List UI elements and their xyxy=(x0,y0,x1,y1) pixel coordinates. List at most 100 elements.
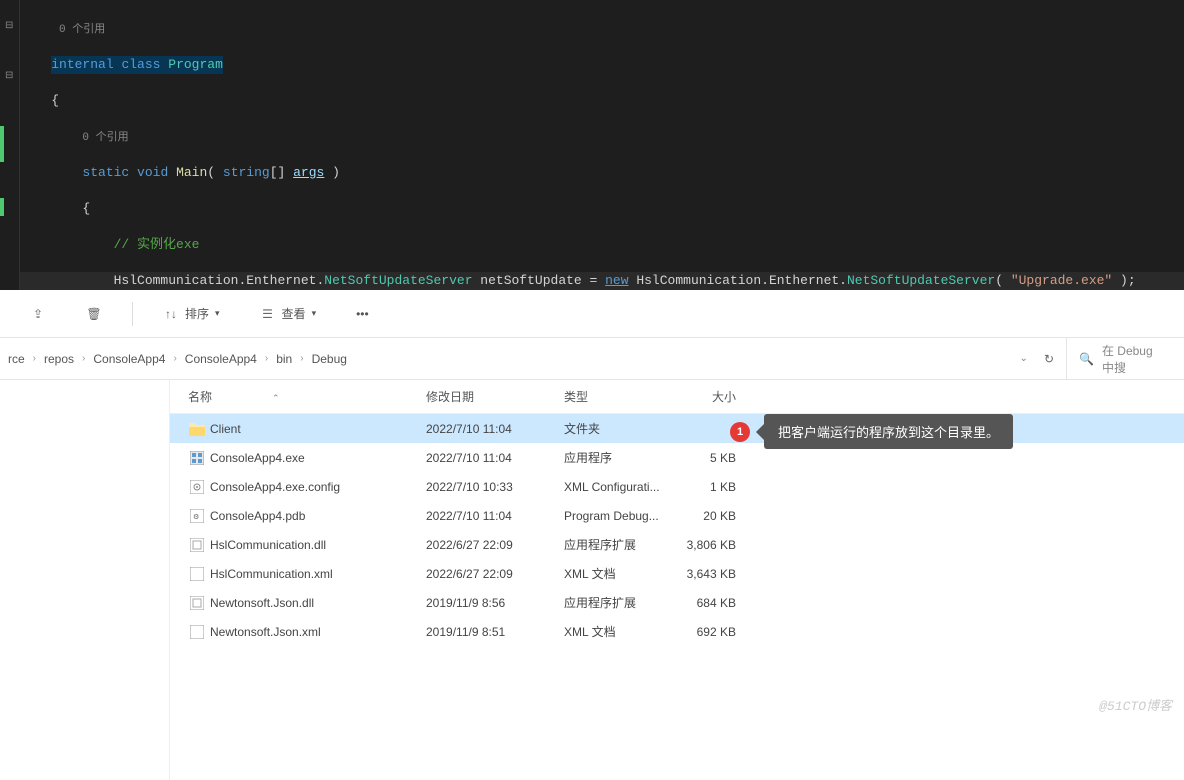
chevron-right-icon: › xyxy=(82,353,85,364)
callout-number: 1 xyxy=(730,422,750,442)
sort-asc-icon: ⌃ xyxy=(272,393,280,403)
callout-arrow-icon xyxy=(756,424,764,440)
fold-icon[interactable]: ⊟ xyxy=(5,20,13,32)
file-name: HslCommunication.xml xyxy=(210,567,426,581)
file-row[interactable]: Newtonsoft.Json.dll 2019/11/9 8:56 应用程序扩… xyxy=(170,588,1184,617)
sort-button[interactable]: ↑↓排序 ▾ xyxy=(153,299,230,328)
chevron-right-icon: › xyxy=(300,353,303,364)
crumb-bin[interactable]: bin xyxy=(276,352,292,366)
file-name: Client xyxy=(210,422,426,436)
file-size: 5 KB xyxy=(676,451,736,465)
file-date: 2019/11/9 8:51 xyxy=(426,625,564,639)
col-name-header[interactable]: 名称⌃ xyxy=(188,388,426,405)
file-explorer: ⇪ 🗑 ↑↓排序 ▾ ☰查看 ▾ ••• rce › repos › Console… xyxy=(0,290,1184,780)
file-date: 2022/6/27 22:09 xyxy=(426,538,564,552)
column-headers: 名称⌃ 修改日期 类型 大小 xyxy=(170,380,1184,414)
crumb-debug[interactable]: Debug xyxy=(312,352,347,366)
file-type: 文件夹 xyxy=(564,420,676,437)
sort-icon: ↑↓ xyxy=(163,306,179,322)
chevron-down-icon[interactable]: ⌄ xyxy=(1020,353,1028,364)
crumb-app4b[interactable]: ConsoleApp4 xyxy=(185,352,257,366)
file-size: 684 KB xyxy=(676,596,736,610)
file-date: 2022/7/10 11:04 xyxy=(426,509,564,523)
folder-icon xyxy=(188,421,206,437)
more-icon: ••• xyxy=(356,307,369,321)
file-name: ConsoleApp4.exe.config xyxy=(210,480,426,494)
file-date: 2022/7/10 11:04 xyxy=(426,451,564,465)
more-button[interactable]: ••• xyxy=(346,301,379,327)
file-name: Newtonsoft.Json.dll xyxy=(210,596,426,610)
share-button[interactable]: ⇪ xyxy=(20,300,56,328)
chevron-right-icon: › xyxy=(265,353,268,364)
file-date: 2022/7/10 11:04 xyxy=(426,422,564,436)
file-type: XML Configurati... xyxy=(564,480,676,494)
search-icon: 🔍 xyxy=(1079,352,1094,366)
file-name: Newtonsoft.Json.xml xyxy=(210,625,426,639)
crumb-app4a[interactable]: ConsoleApp4 xyxy=(93,352,165,366)
list-icon: ☰ xyxy=(260,306,276,322)
file-type: 应用程序扩展 xyxy=(564,594,676,611)
codelens-refs[interactable]: 0 个引用 xyxy=(82,132,128,144)
change-marker xyxy=(0,198,4,216)
watermark: @51CTO博客 xyxy=(1099,695,1172,714)
separator xyxy=(132,302,133,326)
crumb-rce[interactable]: rce xyxy=(8,352,25,366)
file-type: 应用程序 xyxy=(564,449,676,466)
file-row[interactable]: HslCommunication.dll 2022/6/27 22:09 应用程… xyxy=(170,530,1184,559)
file-date: 2019/11/9 8:56 xyxy=(426,596,564,610)
code-editor[interactable]: ⊟ ⊟ 0 个引用 internal class Program { 0 个引用… xyxy=(0,0,1184,290)
share-icon: ⇪ xyxy=(30,306,46,322)
code-content[interactable]: 0 个引用 internal class Program { 0 个引用 sta… xyxy=(20,0,1184,290)
file-type: XML 文档 xyxy=(564,623,676,640)
pdb-icon: ⚙ xyxy=(188,508,206,524)
file-row[interactable]: HslCommunication.xml 2022/6/27 22:09 XML… xyxy=(170,559,1184,588)
config-icon xyxy=(188,479,206,495)
file-size: 3,806 KB xyxy=(676,538,736,552)
chevron-right-icon: › xyxy=(173,353,176,364)
file-size: 1 KB xyxy=(676,480,736,494)
delete-button[interactable]: 🗑 xyxy=(76,300,112,328)
col-type-header[interactable]: 类型 xyxy=(564,388,676,405)
file-name: ConsoleApp4.pdb xyxy=(210,509,426,523)
codelens-refs[interactable]: 0 个引用 xyxy=(59,24,105,36)
trash-icon: 🗑 xyxy=(86,306,102,322)
explorer-toolbar: ⇪ 🗑 ↑↓排序 ▾ ☰查看 ▾ ••• xyxy=(0,290,1184,338)
xml-icon xyxy=(188,624,206,640)
svg-text:⚙: ⚙ xyxy=(193,513,199,521)
chevron-down-icon: ▾ xyxy=(312,308,317,319)
col-date-header[interactable]: 修改日期 xyxy=(426,388,564,405)
file-size: 20 KB xyxy=(676,509,736,523)
file-row[interactable]: ConsoleApp4.exe 2022/7/10 11:04 应用程序 5 K… xyxy=(170,443,1184,472)
nav-pane[interactable] xyxy=(0,380,170,780)
file-row[interactable]: Client 2022/7/10 11:04 文件夹 xyxy=(170,414,1184,443)
col-size-header[interactable]: 大小 xyxy=(676,388,736,405)
search-input[interactable]: 🔍 在 Debug 中搜 xyxy=(1066,338,1176,380)
exe-icon xyxy=(188,450,206,466)
address-bar: rce › repos › ConsoleApp4 › ConsoleApp4 › bi… xyxy=(0,338,1184,380)
crumb-repos[interactable]: repos xyxy=(44,352,74,366)
file-row[interactable]: ConsoleApp4.exe.config 2022/7/10 10:33 X… xyxy=(170,472,1184,501)
file-date: 2022/7/10 10:33 xyxy=(426,480,564,494)
xml-icon xyxy=(188,566,206,582)
breadcrumb: rce › repos › ConsoleApp4 › ConsoleApp4 › bi… xyxy=(8,352,1016,366)
callout-text: 把客户端运行的程序放到这个目录里。 xyxy=(764,414,1013,449)
annotation-callout: 1 把客户端运行的程序放到这个目录里。 xyxy=(730,414,1013,449)
file-size: 692 KB xyxy=(676,625,736,639)
dll-icon xyxy=(188,537,206,553)
file-size: 3,643 KB xyxy=(676,567,736,581)
dll-icon xyxy=(188,595,206,611)
refresh-button[interactable]: ↻ xyxy=(1044,352,1054,366)
file-type: Program Debug... xyxy=(564,509,676,523)
file-date: 2022/6/27 22:09 xyxy=(426,567,564,581)
file-type: 应用程序扩展 xyxy=(564,536,676,553)
file-name: HslCommunication.dll xyxy=(210,538,426,552)
chevron-down-icon: ▾ xyxy=(215,308,220,319)
file-name: ConsoleApp4.exe xyxy=(210,451,426,465)
file-row[interactable]: Newtonsoft.Json.xml 2019/11/9 8:51 XML 文… xyxy=(170,617,1184,646)
file-list: 名称⌃ 修改日期 类型 大小 Client 2022/7/10 11:04 文件… xyxy=(0,380,1184,780)
file-row[interactable]: ⚙ ConsoleApp4.pdb 2022/7/10 11:04 Progra… xyxy=(170,501,1184,530)
view-button[interactable]: ☰查看 ▾ xyxy=(250,299,327,328)
change-marker xyxy=(0,126,4,162)
chevron-right-icon: › xyxy=(33,353,36,364)
fold-icon[interactable]: ⊟ xyxy=(5,70,13,82)
